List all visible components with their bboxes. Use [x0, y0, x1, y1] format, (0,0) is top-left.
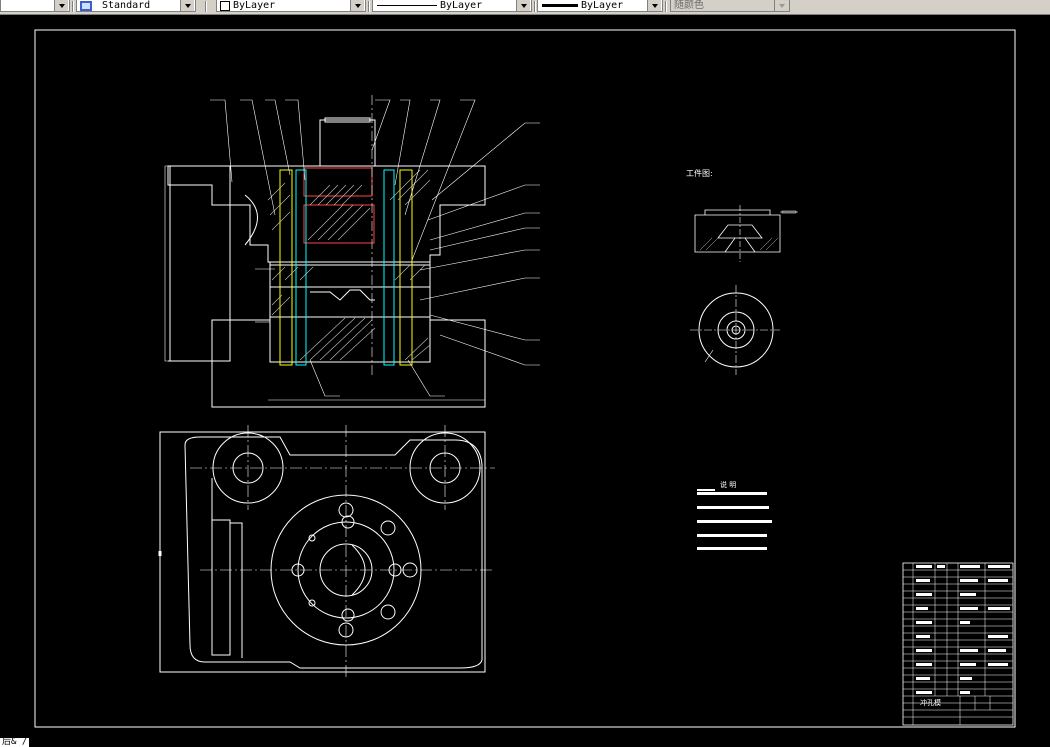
workpiece-drawing: 工件图: [686, 168, 798, 375]
linetype-value: ByLayer [440, 0, 483, 11]
title-block: 冲孔模 [902, 562, 1014, 726]
color-swatch [220, 0, 230, 11]
drawing-border [34, 29, 1016, 728]
toolbar-separator [665, 1, 667, 12]
lineweight-sample [542, 4, 578, 7]
chevron-down-icon[interactable] [516, 0, 530, 11]
workpiece-label: 工件图: [686, 168, 713, 178]
toolbar-separator [72, 1, 74, 12]
command-line[interactable]: 后& / [0, 738, 30, 747]
chevron-down-icon[interactable] [350, 0, 364, 11]
plan-view [158, 425, 495, 680]
color-value: ByLayer [233, 0, 276, 11]
toolbar-separator [534, 1, 536, 12]
text-style-value: Standard [102, 0, 151, 11]
chevron-down-icon[interactable] [54, 0, 68, 11]
section-view [164, 95, 540, 408]
chevron-down-icon[interactable] [647, 0, 661, 11]
text-style-icon [80, 0, 92, 11]
notes-title: 说 明 [720, 480, 736, 489]
linetype-sample [377, 5, 437, 6]
properties-toolbar: Standard ByLayer ByLayer ByLayer 随颜色 [0, 0, 1050, 15]
chevron-down-icon[interactable] [774, 0, 788, 11]
lineweight-value: ByLayer [581, 0, 624, 11]
text-style-dropdown[interactable]: Standard [76, 0, 196, 12]
linetype-dropdown[interactable]: ByLayer [372, 0, 532, 12]
color-dropdown[interactable]: ByLayer [216, 0, 366, 12]
lineweight-dropdown[interactable]: ByLayer [537, 0, 663, 12]
plot-style-value: 随颜色 [674, 0, 704, 11]
technical-notes: 说 明 [697, 480, 772, 550]
plot-style-dropdown[interactable]: 随颜色 [670, 0, 790, 12]
layer-dropdown[interactable] [0, 0, 70, 12]
title-block-name: 冲孔模 [920, 698, 941, 707]
toolbar-separator [368, 1, 370, 12]
toolbar-separator [205, 1, 207, 12]
chevron-down-icon[interactable] [180, 0, 194, 11]
drawing-canvas[interactable]: 工件图: 说 明 冲孔模 [0, 15, 1050, 747]
